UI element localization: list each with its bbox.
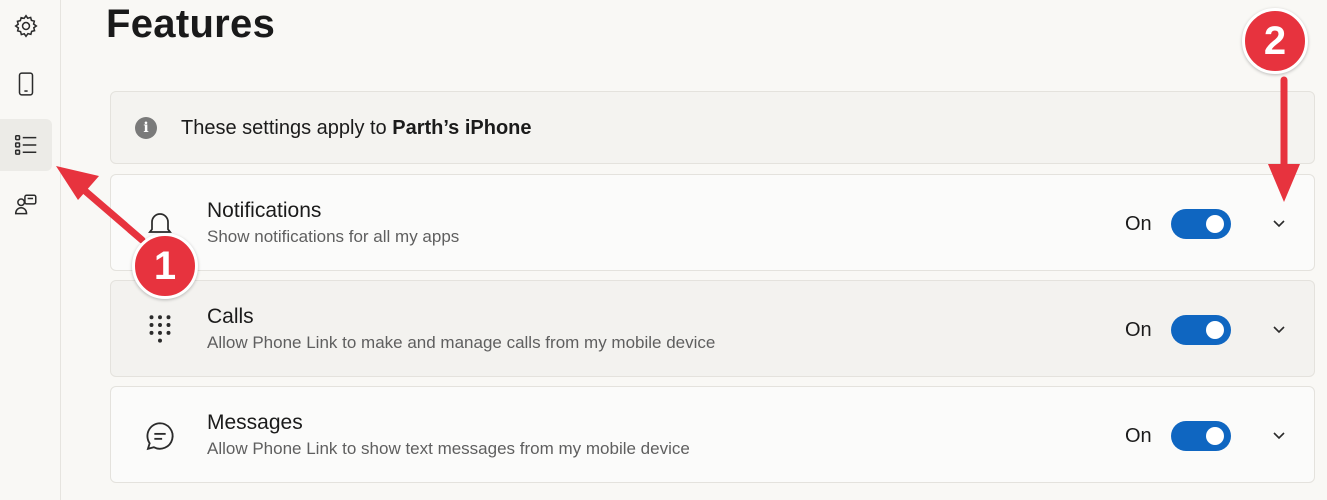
feature-title: Calls: [207, 305, 254, 328]
feature-title: Messages: [207, 411, 303, 434]
device-info-text: These settings apply to Parth’s iPhone: [181, 117, 532, 140]
info-text-prefix: These settings apply to: [181, 117, 393, 139]
chevron-down-icon[interactable]: [1269, 319, 1289, 339]
chevron-down-icon[interactable]: [1269, 213, 1289, 233]
devices-icon: [14, 194, 37, 215]
phone-icon: [18, 72, 34, 96]
feature-description: Allow Phone Link to make and manage call…: [207, 333, 716, 352]
feature-card-calls[interactable]: Calls Allow Phone Link to make and manag…: [110, 280, 1315, 377]
sidebar-item-features[interactable]: [0, 119, 52, 171]
info-icon: i: [135, 117, 157, 139]
feature-description: Show notifications for all my apps: [207, 227, 460, 246]
chat-bubble-icon: [141, 417, 179, 455]
toggle-knob: [1206, 427, 1224, 445]
toggle-state-label: On: [1125, 425, 1152, 447]
notifications-toggle[interactable]: [1171, 209, 1231, 239]
sidebar-item-accessories[interactable]: [0, 179, 52, 231]
messages-toggle[interactable]: [1171, 421, 1231, 451]
gear-icon: [14, 14, 38, 38]
toggle-state-label: On: [1125, 319, 1152, 341]
feature-title: Notifications: [207, 199, 322, 222]
feature-card-messages[interactable]: Messages Allow Phone Link to show text m…: [110, 386, 1315, 483]
dialpad-icon: [141, 311, 179, 349]
device-info-banner: i These settings apply to Parth’s iPhone: [110, 91, 1315, 164]
toggle-knob: [1206, 215, 1224, 233]
features-list-icon: [14, 135, 37, 155]
annotation-badge-2: 2: [1242, 8, 1308, 74]
device-name: Parth’s iPhone: [392, 117, 532, 139]
toggle-state-label: On: [1125, 213, 1152, 235]
toggle-knob: [1206, 321, 1224, 339]
feature-description: Allow Phone Link to show text messages f…: [207, 439, 690, 458]
calls-toggle[interactable]: [1171, 315, 1231, 345]
page-title: Features: [106, 2, 276, 46]
sidebar-item-settings[interactable]: [0, 0, 52, 52]
sidebar: [0, 0, 61, 500]
chevron-down-icon[interactable]: [1269, 425, 1289, 445]
feature-card-notifications[interactable]: Notifications Show notifications for all…: [110, 174, 1315, 271]
annotation-badge-1: 1: [132, 233, 198, 299]
sidebar-item-devices[interactable]: [0, 58, 52, 110]
